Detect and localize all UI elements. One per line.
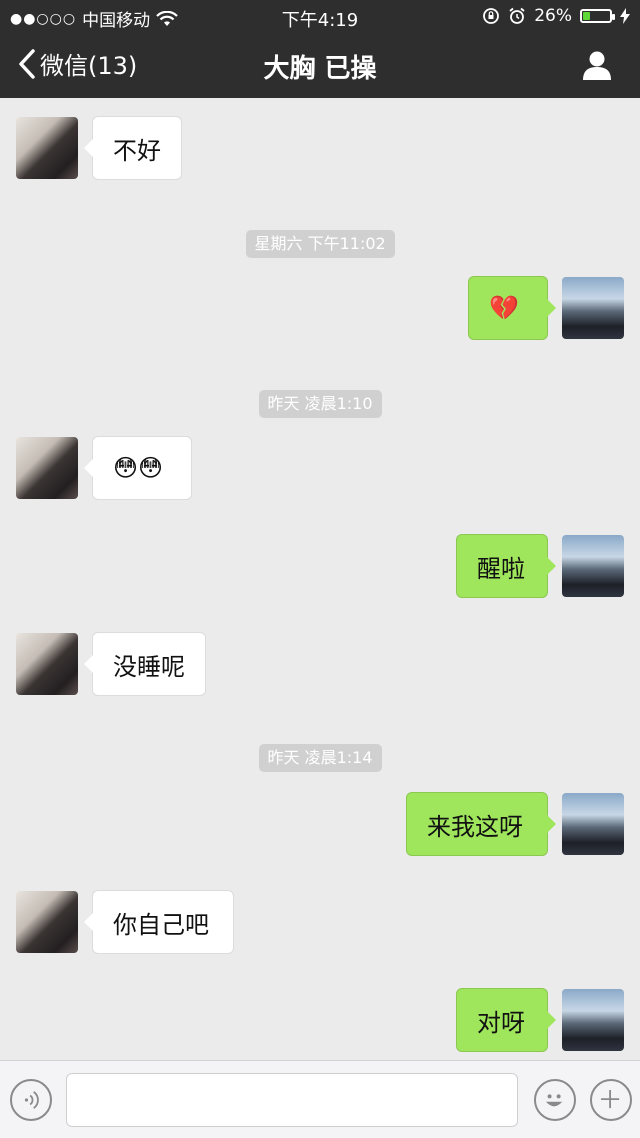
message-text: 😳😳 bbox=[113, 454, 164, 482]
incoming-message[interactable]: 你自己吧 bbox=[84, 890, 234, 954]
outgoing-message[interactable]: 💔 bbox=[468, 276, 556, 340]
emoji-icon[interactable] bbox=[534, 1079, 576, 1121]
timestamp: 昨天 凌晨1:14 bbox=[258, 744, 382, 772]
outgoing-message[interactable]: 对呀 bbox=[456, 988, 556, 1052]
alarm-icon bbox=[509, 7, 525, 24]
chat-title: 大胸 已操 bbox=[263, 54, 377, 84]
rotation-lock-icon bbox=[483, 8, 500, 24]
contact-avatar[interactable] bbox=[16, 437, 78, 499]
contact-avatar[interactable] bbox=[16, 117, 78, 179]
incoming-message[interactable]: 😳😳 bbox=[84, 436, 192, 500]
timestamp: 星期六 下午11:02 bbox=[245, 230, 395, 258]
my-avatar[interactable] bbox=[562, 535, 624, 597]
message-text: 醒啦 bbox=[477, 554, 525, 583]
my-avatar[interactable] bbox=[562, 989, 624, 1051]
add-icon[interactable] bbox=[590, 1079, 632, 1121]
battery-percent: 26% bbox=[534, 6, 572, 26]
my-avatar[interactable] bbox=[562, 793, 624, 855]
message-text: 你自己吧 bbox=[113, 910, 209, 939]
incoming-message[interactable]: 不好 bbox=[84, 116, 182, 180]
battery-level bbox=[583, 12, 590, 20]
message-text: 没睡呢 bbox=[113, 652, 185, 681]
message-input[interactable] bbox=[66, 1073, 518, 1127]
status-bar: ●●○○○ 中国移动 下午4:19 26% bbox=[0, 0, 640, 34]
message-text: 来我这呀 bbox=[427, 812, 523, 841]
profile-icon[interactable] bbox=[580, 48, 614, 82]
message-text: 对呀 bbox=[477, 1008, 525, 1037]
chat-list[interactable]: 不好星期六 下午11:02 💔 昨天 凌晨1:10 😳😳 醒啦没睡呢昨天 凌晨1:14 来… bbox=[0, 98, 640, 1060]
battery-icon bbox=[580, 9, 615, 23]
voice-input-icon[interactable] bbox=[10, 1079, 52, 1121]
timestamp: 昨天 凌晨1:10 bbox=[258, 390, 382, 418]
message-text: 不好 bbox=[113, 136, 161, 165]
nav-bar: 微信(13) 大胸 已操 bbox=[0, 34, 640, 98]
my-avatar[interactable] bbox=[562, 277, 624, 339]
status-right: 26% bbox=[482, 6, 630, 26]
contact-avatar[interactable] bbox=[16, 891, 78, 953]
input-bar bbox=[0, 1060, 640, 1138]
outgoing-message[interactable]: 醒啦 bbox=[456, 534, 556, 598]
outgoing-message[interactable]: 来我这呀 bbox=[406, 792, 556, 856]
contact-avatar[interactable] bbox=[16, 633, 78, 695]
message-text: 💔 bbox=[489, 294, 519, 322]
charging-bolt-icon bbox=[620, 8, 630, 24]
incoming-message[interactable]: 没睡呢 bbox=[84, 632, 206, 696]
